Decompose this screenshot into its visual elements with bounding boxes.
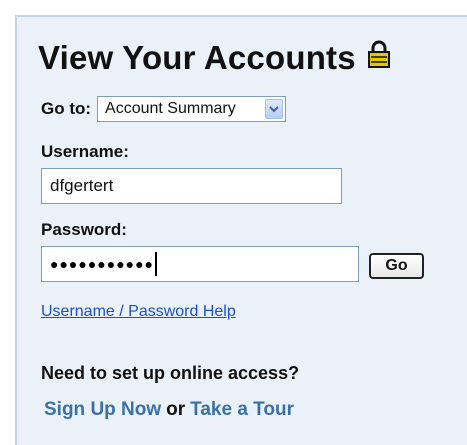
panel-title: View Your Accounts [38, 39, 356, 76]
lock-icon [367, 40, 390, 68]
username-password-help-link[interactable]: Username / Password Help [41, 303, 236, 321]
username-input[interactable] [41, 168, 342, 204]
take-a-tour-link[interactable]: Take a Tour [190, 399, 294, 420]
sign-up-now-link[interactable]: Sign Up Now [44, 399, 161, 420]
goto-select[interactable]: Account Summary [97, 96, 287, 122]
online-access-prompt: Need to set up online access? [41, 363, 300, 383]
password-input[interactable]: ●●●●●●●●●●● [41, 246, 359, 282]
or-text: or [166, 399, 186, 420]
goto-label: Go to: [41, 99, 92, 118]
goto-selected-value: Account Summary [105, 100, 236, 117]
chevron-down-icon [269, 106, 279, 113]
username-label: Username: [41, 142, 129, 161]
password-masked-value: ●●●●●●●●●●● [50, 256, 155, 272]
text-caret [155, 252, 158, 276]
password-label: Password: [41, 220, 127, 239]
dropdown-button[interactable] [265, 99, 284, 119]
title-row: View Your Accounts [38, 39, 394, 77]
signup-row: Sign Up Now or Take a Tour [44, 399, 294, 421]
login-panel: View Your Accounts Go to: Account Summar… [15, 15, 467, 445]
go-button[interactable]: Go [369, 253, 424, 279]
goto-row: Go to: Account Summary [41, 96, 287, 122]
